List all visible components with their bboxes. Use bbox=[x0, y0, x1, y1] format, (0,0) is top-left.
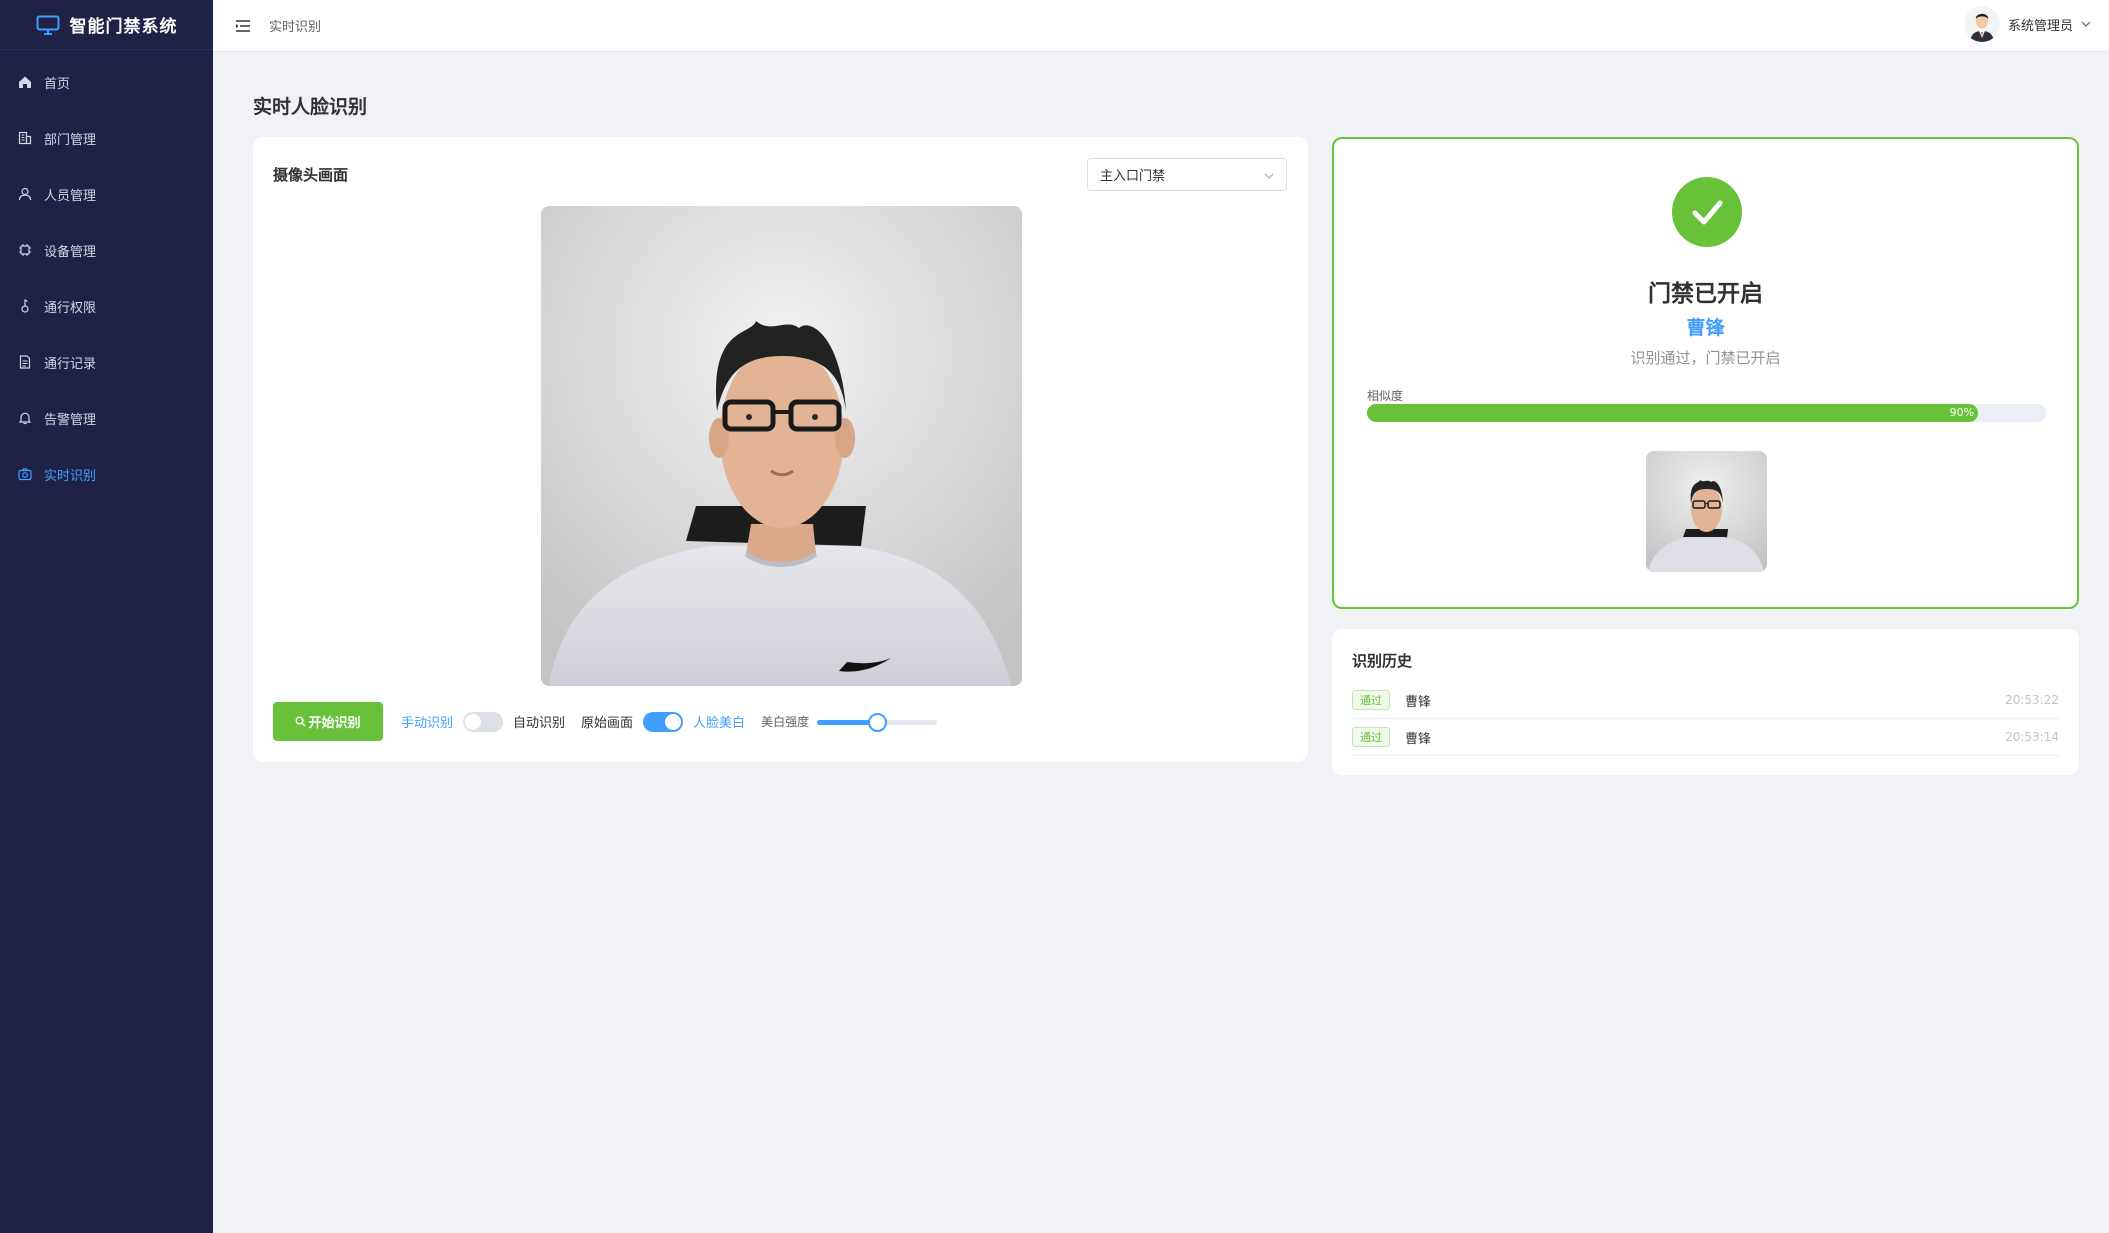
permission-icon bbox=[21, 299, 29, 313]
sidebar-item-records[interactable]: 通行记录 bbox=[0, 334, 213, 390]
similarity-value: 90% bbox=[1949, 406, 1975, 419]
home-icon bbox=[19, 76, 31, 88]
chevron-down-icon bbox=[2081, 21, 2091, 27]
result-title: 门禁已开启 bbox=[1648, 281, 1763, 307]
similarity-label: 相似度 bbox=[1367, 389, 1404, 403]
history-row[interactable]: 通过 曹锋 20:53:22 bbox=[1352, 682, 2059, 719]
switch-knob bbox=[665, 713, 682, 730]
history-title: 识别历史 bbox=[1352, 652, 1413, 670]
camera-icon bbox=[18, 468, 32, 481]
menu-toggle-icon[interactable] bbox=[235, 19, 251, 33]
monitor-icon bbox=[36, 15, 59, 35]
bell-icon bbox=[18, 412, 32, 425]
start-recognition-button[interactable]: 开始识别 bbox=[273, 702, 383, 741]
top-header: 实时识别 系统管理员 bbox=[213, 0, 2109, 52]
sidebar-item-people[interactable]: 人员管理 bbox=[0, 166, 213, 222]
user-name: 系统管理员 bbox=[2007, 18, 2073, 34]
camera-feed bbox=[541, 206, 1022, 686]
device-select-value: 主入口门禁 bbox=[1100, 169, 1166, 184]
history-name: 曹锋 bbox=[1405, 731, 1432, 747]
strength-slider[interactable] bbox=[817, 712, 938, 732]
document-icon bbox=[19, 355, 31, 369]
history-time: 20:53:22 bbox=[2005, 693, 2059, 707]
manual-mode-label[interactable]: 手动识别 bbox=[401, 712, 453, 731]
chip-icon bbox=[19, 244, 31, 256]
chevron-down-icon bbox=[1264, 173, 1274, 179]
sidebar-item-realtime-recognition[interactable]: 实时识别 bbox=[0, 446, 213, 502]
sidebar-item-label: 人员管理 bbox=[44, 188, 97, 204]
start-recognition-label: 开始识别 bbox=[308, 715, 361, 730]
sidebar-item-label: 设备管理 bbox=[44, 244, 97, 260]
sidebar-item-label: 告警管理 bbox=[44, 412, 97, 428]
auto-mode-label[interactable]: 自动识别 bbox=[513, 712, 565, 731]
result-card: 门禁已开启 曹锋 识别通过，门禁已开启 相似度 90% bbox=[1332, 137, 2079, 609]
avatar bbox=[1963, 6, 2000, 42]
sidebar-item-label: 通行记录 bbox=[44, 356, 97, 372]
sidebar-item-label: 首页 bbox=[44, 76, 71, 92]
success-check-icon bbox=[1672, 177, 1742, 247]
user-icon bbox=[18, 187, 32, 201]
captured-face-thumbnail bbox=[1646, 451, 1767, 572]
similarity-progress-fill: 90% bbox=[1367, 404, 1979, 422]
status-badge: 通过 bbox=[1352, 690, 1390, 710]
sidebar-menu: 首页 部门管理 人员管理 设备管理 通行权限 通行记录 告警管理 实时识别 bbox=[0, 54, 213, 502]
sidebar-item-label: 通行权限 bbox=[44, 300, 97, 316]
switch-knob bbox=[465, 713, 482, 730]
sidebar-item-label: 实时识别 bbox=[44, 468, 97, 484]
page-title: 实时人脸识别 bbox=[253, 96, 368, 118]
sidebar-item-label: 部门管理 bbox=[44, 132, 97, 148]
brand: 智能门禁系统 bbox=[0, 0, 213, 50]
device-select[interactable]: 主入口门禁 bbox=[1087, 158, 1287, 191]
similarity-progress: 90% bbox=[1367, 404, 2046, 422]
history-card: 识别历史 通过 曹锋 20:53:22 通过 曹锋 20:53:14 bbox=[1332, 629, 2079, 775]
sidebar: 智能门禁系统 首页 部门管理 人员管理 设备管理 通行权限 通行记录 告警管理 … bbox=[0, 0, 213, 1233]
camera-card: 摄像头画面 主入口门禁 开始识别 手动识别 自动识别 原始画面 人脸美白 美白强… bbox=[253, 137, 1308, 762]
strength-label: 美白强度 bbox=[761, 715, 810, 729]
sidebar-item-devices[interactable]: 设备管理 bbox=[0, 222, 213, 278]
user-menu[interactable]: 系统管理员 bbox=[1963, 6, 2091, 42]
sidebar-item-departments[interactable]: 部门管理 bbox=[0, 110, 213, 166]
beauty-switch[interactable] bbox=[643, 711, 684, 732]
recognition-controls: 开始识别 手动识别 自动识别 原始画面 人脸美白 美白强度 bbox=[273, 702, 938, 741]
status-badge: 通过 bbox=[1352, 727, 1390, 747]
sidebar-item-permissions[interactable]: 通行权限 bbox=[0, 278, 213, 334]
original-view-label[interactable]: 原始画面 bbox=[581, 712, 633, 731]
sidebar-item-home[interactable]: 首页 bbox=[0, 54, 213, 110]
result-message: 识别通过，门禁已开启 bbox=[1630, 349, 1781, 367]
history-list: 通过 曹锋 20:53:22 通过 曹锋 20:53:14 bbox=[1352, 682, 2059, 756]
recognized-name: 曹锋 bbox=[1686, 317, 1725, 339]
sidebar-item-alarms[interactable]: 告警管理 bbox=[0, 390, 213, 446]
history-row[interactable]: 通过 曹锋 20:53:14 bbox=[1352, 719, 2059, 756]
camera-card-title: 摄像头画面 bbox=[273, 166, 349, 184]
breadcrumb[interactable]: 实时识别 bbox=[269, 16, 321, 35]
history-name: 曹锋 bbox=[1405, 694, 1432, 710]
slider-handle[interactable] bbox=[868, 712, 888, 732]
mode-switch[interactable] bbox=[463, 711, 504, 732]
building-icon bbox=[18, 131, 32, 145]
beauty-label[interactable]: 人脸美白 bbox=[693, 712, 745, 731]
app-title: 智能门禁系统 bbox=[69, 17, 178, 37]
search-icon bbox=[295, 716, 306, 727]
history-time: 20:53:14 bbox=[2005, 730, 2059, 744]
